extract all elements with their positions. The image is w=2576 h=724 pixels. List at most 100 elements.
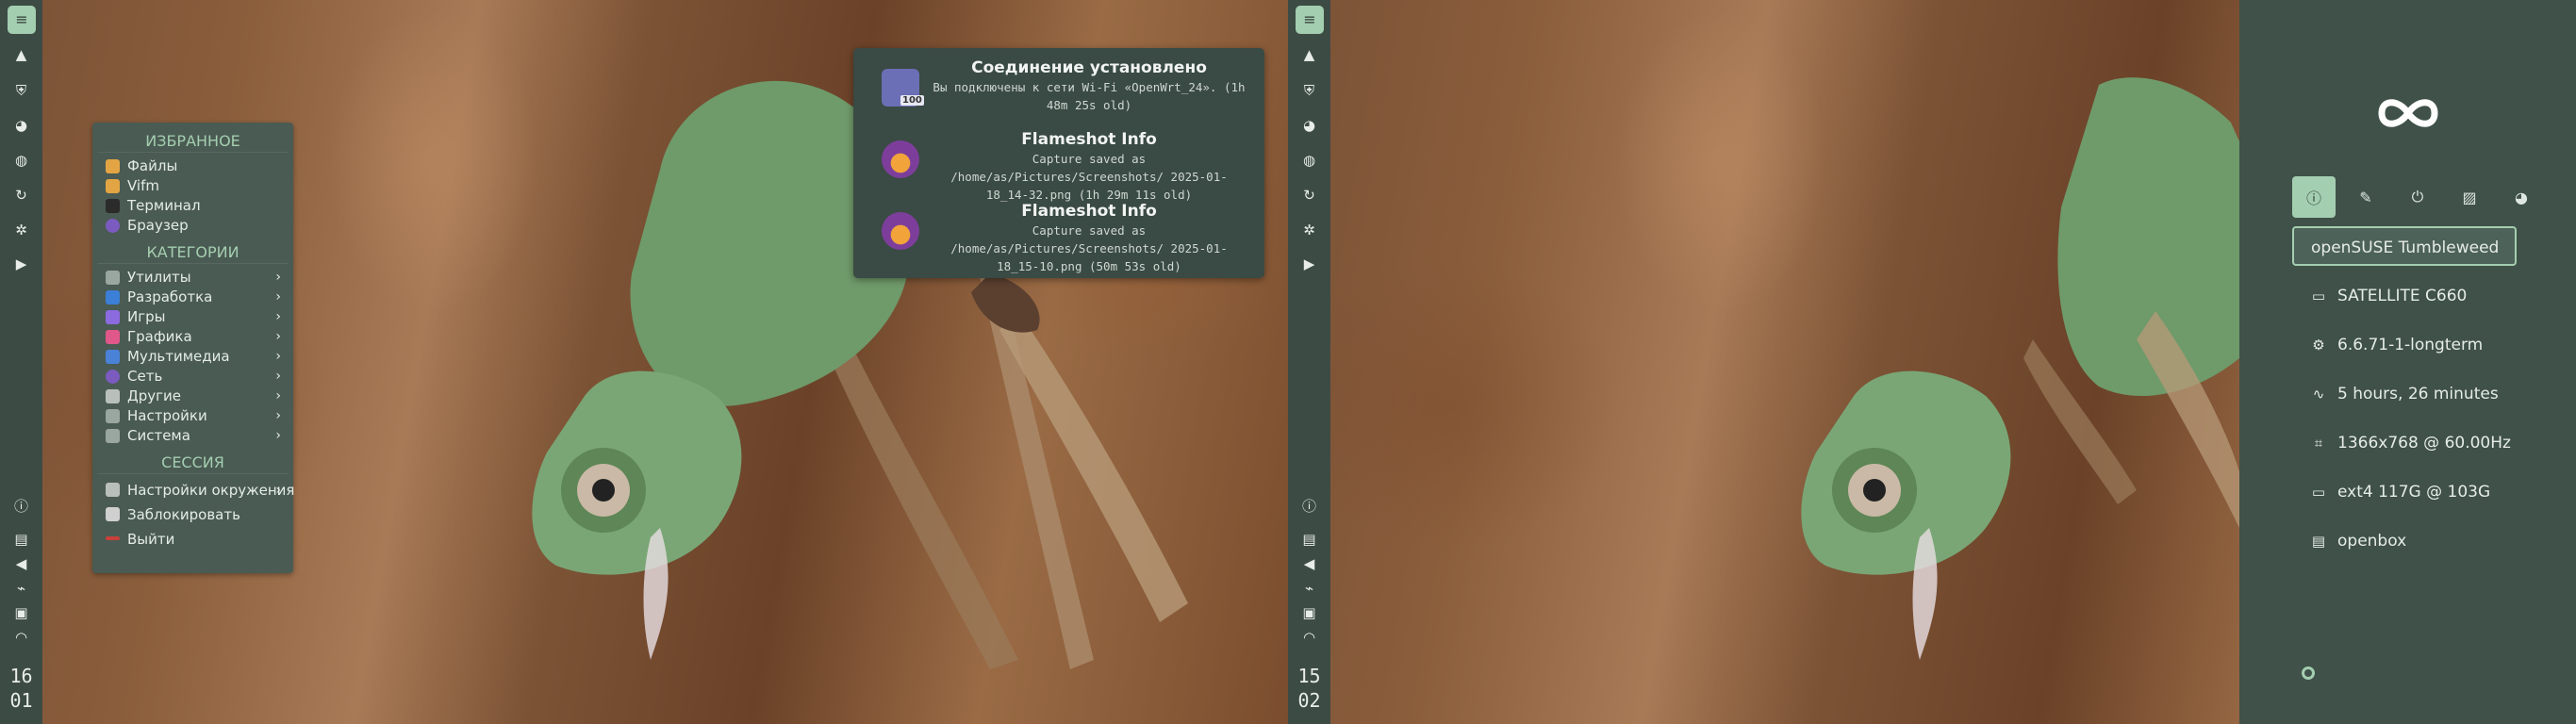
info-icon[interactable]: ⓘ: [9, 495, 33, 518]
network-icon: [106, 370, 120, 384]
info-host: ▭ SATELLITE C660: [2292, 276, 2517, 316]
info-disk: ▭ ext4 117G @ 103G: [2292, 472, 2517, 512]
aperture-icon[interactable]: ✲: [9, 219, 33, 242]
notification-body: Capture saved as /home/as/Pictures/Scree…: [950, 152, 1228, 202]
aperture-icon[interactable]: ✲: [1297, 219, 1321, 242]
info-wm: ▤ openbox: [2292, 521, 2517, 561]
filter-icon[interactable]: ≡: [8, 6, 36, 34]
menu-item-terminal[interactable]: Терминал: [97, 196, 289, 216]
menu-item-multimedia[interactable]: Мультимедиа ›: [97, 347, 289, 367]
notification-title: Flameshot Info: [1021, 202, 1157, 221]
info-icon[interactable]: ⓘ: [1297, 495, 1321, 518]
notification[interactable]: 100 Соединение установлено Вы подключены…: [863, 58, 1255, 129]
laptop-icon: ▭: [2311, 288, 2326, 304]
chevron-right-icon: ›: [275, 309, 281, 324]
side-panel: ≡ ▲ ⛨ ◕ ◍ ↻ ✲ ▶ ⓘ ▤ ◀ ⌁ ▣ ◠ 16 01: [0, 0, 42, 724]
volume-icon[interactable]: ◀: [9, 552, 33, 576]
multimedia-icon: [106, 350, 120, 364]
power-icon[interactable]: ⏻: [2396, 176, 2439, 218]
clipboard-icon[interactable]: ▤: [1297, 528, 1321, 551]
system-icon: [106, 429, 120, 443]
screen-icon[interactable]: ▣: [9, 601, 33, 625]
screen-right: ≡ ▲ ⛨ ◕ ◍ ↻ ✲ ▶ ⓘ ▤ ◀ ⌁ ▣ ◠ 15 02 ⓘ ✎ ⏻ …: [1288, 0, 2576, 724]
infinity-logo: [2239, 90, 2576, 137]
menu-item-graphics[interactable]: Графика ›: [97, 327, 289, 347]
app-menu: ИЗБРАННОЕ Файлы Vifm Терминал Браузер КА…: [92, 123, 294, 573]
palette-icon[interactable]: ◕: [1297, 114, 1321, 138]
play-icon[interactable]: ▶: [9, 253, 33, 276]
menu-item-lock[interactable]: Заблокировать: [97, 502, 289, 527]
shield-icon[interactable]: ⛨: [9, 79, 33, 103]
clock-hour: 15: [1297, 665, 1321, 687]
environment-icon: [106, 483, 120, 497]
menu-item-files[interactable]: Файлы: [97, 156, 289, 176]
menu-item-environment-settings[interactable]: Настройки окружения ›: [97, 478, 294, 502]
settings-icon: [106, 409, 120, 423]
gamepad-icon: [106, 310, 120, 324]
favorites-header: ИЗБРАННОЕ: [97, 130, 289, 153]
gear-icon: ⚙: [2312, 337, 2325, 354]
usb-icon[interactable]: ⌁: [9, 577, 33, 601]
sidebar-tabs: ⓘ ✎ ⏻ ▨ ◕: [2292, 176, 2551, 218]
activity-icon: ∿: [2312, 386, 2325, 403]
play-icon[interactable]: ▶: [1297, 253, 1321, 276]
chevron-right-icon: ›: [275, 329, 281, 344]
info-icon[interactable]: ⓘ: [2292, 176, 2336, 218]
menu-item-games[interactable]: Игры ›: [97, 307, 289, 327]
browser-icon: [106, 219, 120, 233]
menu-item-system[interactable]: Система ›: [97, 426, 289, 446]
menu-item-development[interactable]: Разработка ›: [97, 288, 289, 307]
lock-icon: [106, 507, 120, 521]
session-header: СЕССИЯ: [97, 452, 289, 474]
refresh-icon[interactable]: ↻: [9, 184, 33, 207]
utilities-icon: [106, 271, 120, 285]
clock-minute: 01: [9, 689, 33, 712]
notification[interactable]: Flameshot Info Capture saved as /home/as…: [863, 129, 1255, 202]
notification-title: Соединение установлено: [971, 58, 1207, 77]
brush-icon[interactable]: ✎: [2344, 176, 2387, 218]
flameshot-icon: [882, 212, 919, 250]
graphics-icon: [106, 330, 120, 344]
side-panel: ≡ ▲ ⛨ ◕ ◍ ↻ ✲ ▶ ⓘ ▤ ◀ ⌁ ▣ ◠ 15 02: [1288, 0, 1330, 724]
chevron-right-icon: ›: [275, 270, 281, 285]
shield-icon[interactable]: ⛨: [1297, 79, 1321, 103]
distro-name[interactable]: openSUSE Tumbleweed: [2292, 226, 2517, 266]
chevron-right-icon: ›: [275, 408, 281, 423]
mountain-icon[interactable]: ▲: [9, 43, 33, 67]
image-icon[interactable]: ▨: [2448, 176, 2491, 218]
clock-hour: 16: [9, 665, 33, 687]
menu-item-logout[interactable]: Выйти: [97, 527, 289, 551]
refresh-icon[interactable]: ↻: [1297, 184, 1321, 207]
notification-body: Вы подключены к сети Wi-Fi «OpenWrt_24».…: [933, 80, 1246, 112]
globe-icon[interactable]: ◍: [9, 149, 33, 173]
menu-item-vifm[interactable]: Vifm: [97, 176, 289, 196]
notification-title: Flameshot Info: [1021, 130, 1157, 149]
clock-minute: 02: [1297, 689, 1321, 712]
palette-icon[interactable]: ◕: [9, 114, 33, 138]
notification[interactable]: Flameshot Info Capture saved as /home/as…: [863, 201, 1255, 273]
wifi-icon[interactable]: ◠: [1297, 626, 1321, 650]
mountain-icon[interactable]: ▲: [1297, 43, 1321, 67]
clipboard-icon[interactable]: ▤: [9, 528, 33, 551]
categories-header: КАТЕГОРИИ: [97, 241, 289, 264]
palette-icon[interactable]: ◕: [2500, 176, 2543, 218]
volume-icon[interactable]: ◀: [1297, 552, 1321, 576]
globe-icon[interactable]: ◍: [1297, 149, 1321, 173]
chevron-right-icon: ›: [275, 369, 281, 384]
chevron-right-icon: ›: [275, 349, 281, 364]
crop-icon: ⌗: [2314, 435, 2323, 452]
menu-item-network[interactable]: Сеть ›: [97, 367, 289, 387]
development-icon: [106, 290, 120, 304]
info-uptime: ∿ 5 hours, 26 minutes: [2292, 374, 2517, 414]
menu-item-utilities[interactable]: Утилиты ›: [97, 268, 289, 288]
logout-icon: [106, 536, 120, 540]
folder-icon: [106, 179, 120, 193]
usb-icon[interactable]: ⌁: [1297, 577, 1321, 601]
menu-item-settings[interactable]: Настройки ›: [97, 406, 289, 426]
menu-item-browser[interactable]: Браузер: [97, 216, 289, 236]
menu-item-other[interactable]: Другие ›: [97, 387, 289, 406]
screen-icon[interactable]: ▣: [1297, 601, 1321, 625]
wifi-icon[interactable]: ◠: [9, 626, 33, 650]
screen-left: ≡ ▲ ⛨ ◕ ◍ ↻ ✲ ▶ ⓘ ▤ ◀ ⌁ ▣ ◠ 16 01 ИЗБРАН…: [0, 0, 1288, 724]
filter-icon[interactable]: ≡: [1296, 6, 1324, 34]
